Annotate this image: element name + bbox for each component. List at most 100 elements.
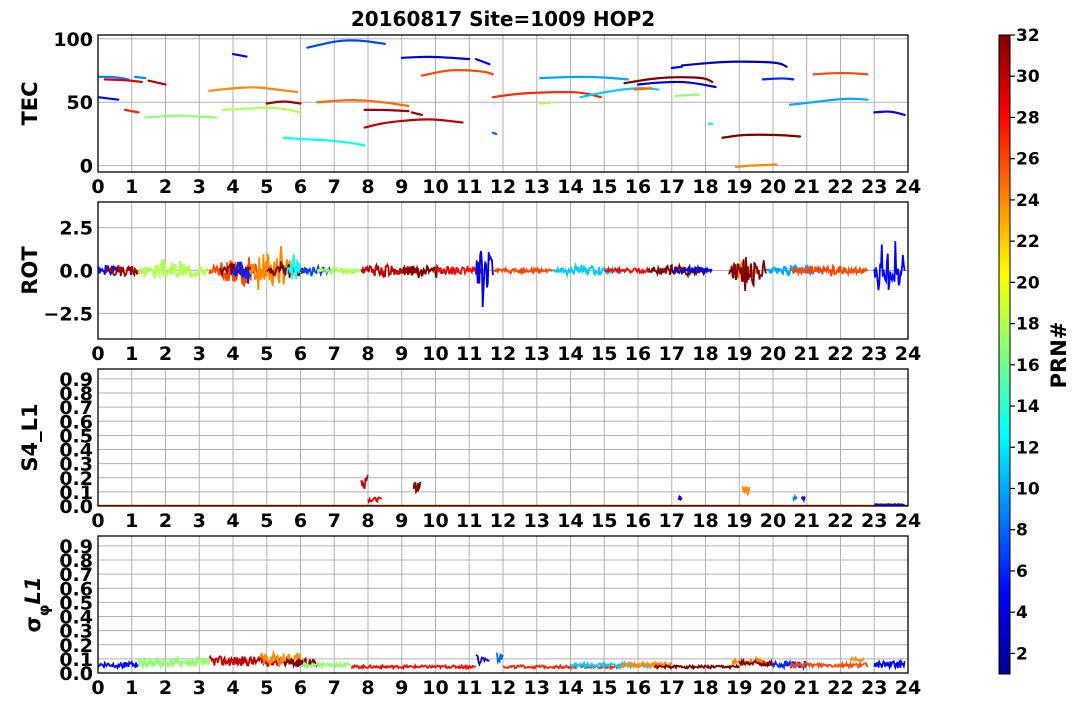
trace-prn-29 (367, 496, 383, 505)
colorbar-tick-label: 20 (1016, 273, 1040, 293)
tec-arc-prn-31 (265, 100, 302, 105)
x-tick-label: 21 (794, 176, 820, 198)
x-tick-label: 2 (159, 510, 172, 532)
x-tick-label: 6 (294, 677, 307, 699)
y-axis-label: S4_L1 (18, 403, 42, 471)
x-tick-label: 5 (260, 343, 273, 365)
series-group (98, 649, 906, 672)
x-tick-label: 16 (625, 176, 651, 198)
x-tick-label: 7 (328, 343, 341, 365)
panel-1: 0 1 2 3 4 5 6 7 8 9 10 11 12 13 14 15 16 17 18 19 20 21 22 23 24… (18, 201, 921, 365)
x-tick-label: 8 (361, 176, 374, 198)
x-tick-label: 6 (294, 343, 307, 365)
x-tick-label: 14 (557, 677, 583, 699)
tec-arc-prn-17 (144, 114, 218, 119)
x-tick-label: 3 (193, 510, 206, 532)
panels-group: 0 1 2 3 4 5 6 7 8 9 10 11 12 13 14 15 16 17 18 19 20 21 22 23 24… (18, 29, 921, 699)
colorbar-tick-label: 18 (1016, 315, 1040, 335)
series-group (98, 39, 906, 169)
x-tick-label: 5 (260, 510, 273, 532)
tec-arc-prn-24 (208, 86, 299, 94)
x-tick-label: 13 (524, 343, 550, 365)
colorbar-tick-label: 6 (1016, 562, 1028, 582)
x-tick-label: 9 (395, 677, 408, 699)
x-tick-label: 13 (524, 677, 550, 699)
panel-0: 0 1 2 3 4 5 6 7 8 9 10 11 12 13 14 15 16 17 18 19 20 21 22 23 24… (18, 29, 921, 198)
x-tick-label: 6 (294, 510, 307, 532)
colorbar-tick-label: 10 (1016, 479, 1040, 499)
x-tick-label: 14 (557, 176, 583, 198)
x-tick-label: 23 (861, 510, 887, 532)
x-tick-label: 18 (692, 343, 718, 365)
x-tick-label: 8 (361, 343, 374, 365)
trace-prn-17 (300, 660, 352, 671)
x-tick-label: 12 (490, 677, 516, 699)
tec-arc-prn-5 (474, 58, 491, 66)
x-tick-label: 0 (91, 176, 104, 198)
x-tick-label: 24 (895, 176, 921, 198)
colorbar-tick-label: 24 (1016, 191, 1040, 211)
tec-arc-prn-30 (363, 118, 464, 129)
x-tick-label: 2 (159, 677, 172, 699)
x-tick-label: 23 (861, 343, 887, 365)
x-tick-label: 2 (159, 343, 172, 365)
trace-prn-24 (741, 486, 751, 496)
x-tick-label: 4 (226, 510, 239, 532)
series-group (98, 241, 906, 307)
tec-arc-prn-26 (812, 71, 869, 76)
colorbar-tick-label: 16 (1016, 356, 1040, 376)
y-tick-label: 0.9 (59, 369, 93, 391)
x-tick-label: 20 (760, 343, 786, 365)
x-tick-label: 12 (490, 176, 516, 198)
panel-3: 0 1 2 3 4 5 6 7 8 9 10 11 12 13 14 15 16 17 18 19 20 21 22 23 24… (21, 535, 921, 699)
colorbar: 2468101214161820222426283032PRN# (998, 26, 1071, 675)
x-tick-label: 8 (361, 510, 374, 532)
x-tick-label: 15 (591, 510, 617, 532)
x-tick-label: 24 (895, 510, 921, 532)
x-tick-label: 14 (557, 343, 583, 365)
y-tick-label: 2.5 (59, 218, 93, 240)
colorbar-tick-label: 32 (1016, 26, 1040, 46)
trace-prn-4 (475, 654, 490, 667)
tec-arc-prn-13 (282, 136, 366, 147)
trace-prn-5 (98, 660, 140, 671)
x-tick-label: 24 (895, 677, 921, 699)
tec-arc-prn-7 (306, 39, 386, 49)
x-tick-label: 18 (692, 510, 718, 532)
x-tick-label: 21 (794, 677, 820, 699)
x-tick-label: 14 (557, 510, 583, 532)
x-tick-label: 3 (193, 677, 206, 699)
colorbar-tick-label: 8 (1016, 521, 1028, 541)
x-tick-label: 2 (159, 176, 172, 198)
tec-arc-prn-10 (539, 75, 629, 81)
colorbar-tick-label: 2 (1016, 644, 1028, 664)
colorbar-tick-label: 12 (1016, 438, 1040, 458)
x-tick-label: 0 (91, 343, 104, 365)
trace-prn-28 (351, 663, 477, 671)
x-tick-label: 24 (895, 343, 921, 365)
y-axis-label: σφL1 (21, 576, 53, 632)
x-tick-label: 23 (861, 176, 887, 198)
x-tick-label: 18 (692, 176, 718, 198)
x-tick-label: 5 (260, 176, 273, 198)
tec-arc-prn-31 (363, 108, 410, 113)
tec-arc-prn-9 (134, 75, 147, 80)
tec-arc-prn-17 (674, 93, 700, 97)
x-tick-label: 16 (625, 343, 651, 365)
x-tick-label: 4 (226, 677, 239, 699)
x-tick-label: 19 (726, 176, 752, 198)
x-tick-label: 11 (456, 343, 482, 365)
colorbar-tick-label: 28 (1016, 108, 1040, 128)
colorbar-tick-label: 4 (1016, 603, 1028, 623)
x-tick-label: 10 (422, 677, 448, 699)
tec-arc-prn-6 (761, 77, 795, 81)
trace-prn-32 (738, 657, 774, 669)
x-tick-label: 19 (726, 510, 752, 532)
tec-arc-prn-18 (221, 106, 302, 114)
tec-arc-prn-24 (734, 163, 778, 169)
y-axis-label: TEC (18, 81, 42, 125)
tec-arc-prn-32 (721, 133, 802, 139)
panel-2: 0 1 2 3 4 5 6 7 8 9 10 11 12 13 14 15 16 17 18 19 20 21 22 23 24… (18, 368, 921, 532)
x-tick-label: 9 (395, 343, 408, 365)
tec-arc-prn-4 (636, 80, 717, 89)
